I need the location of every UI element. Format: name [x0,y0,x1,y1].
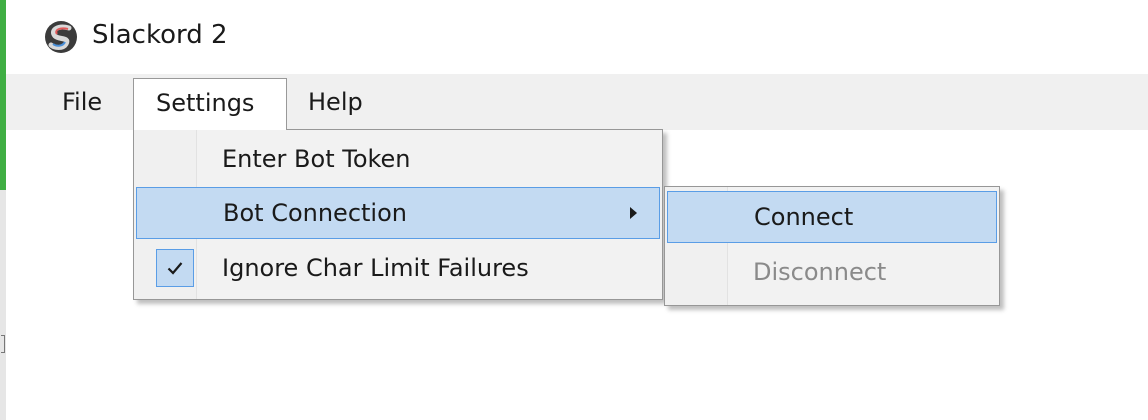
menu-item-disconnect: Disconnect [667,247,997,299]
checkmark-icon [156,249,194,287]
menu-file[interactable]: File [62,74,102,130]
slackord-logo-icon [44,20,78,54]
menu-item-label: Bot Connection [223,199,407,227]
menu-item-bot-connection[interactable]: Bot Connection [136,187,660,239]
bot-connection-submenu: Connect Disconnect [664,186,1000,306]
title-bar[interactable]: Slackord 2 [6,0,1148,72]
app-window: Slackord 2 File Settings Help Enter Bot … [0,0,1148,420]
menu-item-label: Connect [754,203,854,231]
menu-item-label: Enter Bot Token [222,145,411,173]
menu-item-ignore-char-limit-failures[interactable]: Ignore Char Limit Failures [136,243,660,295]
menu-help[interactable]: Help [308,74,363,130]
menu-item-label: Ignore Char Limit Failures [222,254,529,282]
menu-settings[interactable]: Settings [133,78,287,130]
menu-item-enter-bot-token[interactable]: Enter Bot Token [136,134,660,186]
menu-item-connect[interactable]: Connect [667,191,997,243]
submenu-arrow-icon [630,207,637,219]
window-title: Slackord 2 [92,20,228,50]
menu-bar: File Settings Help [6,74,1148,130]
settings-dropdown-menu: Enter Bot Token Bot Connection Ignore Ch… [133,129,663,300]
window-edge-mark [1,335,5,353]
menu-item-label: Disconnect [753,258,887,286]
window-edge [0,190,6,420]
